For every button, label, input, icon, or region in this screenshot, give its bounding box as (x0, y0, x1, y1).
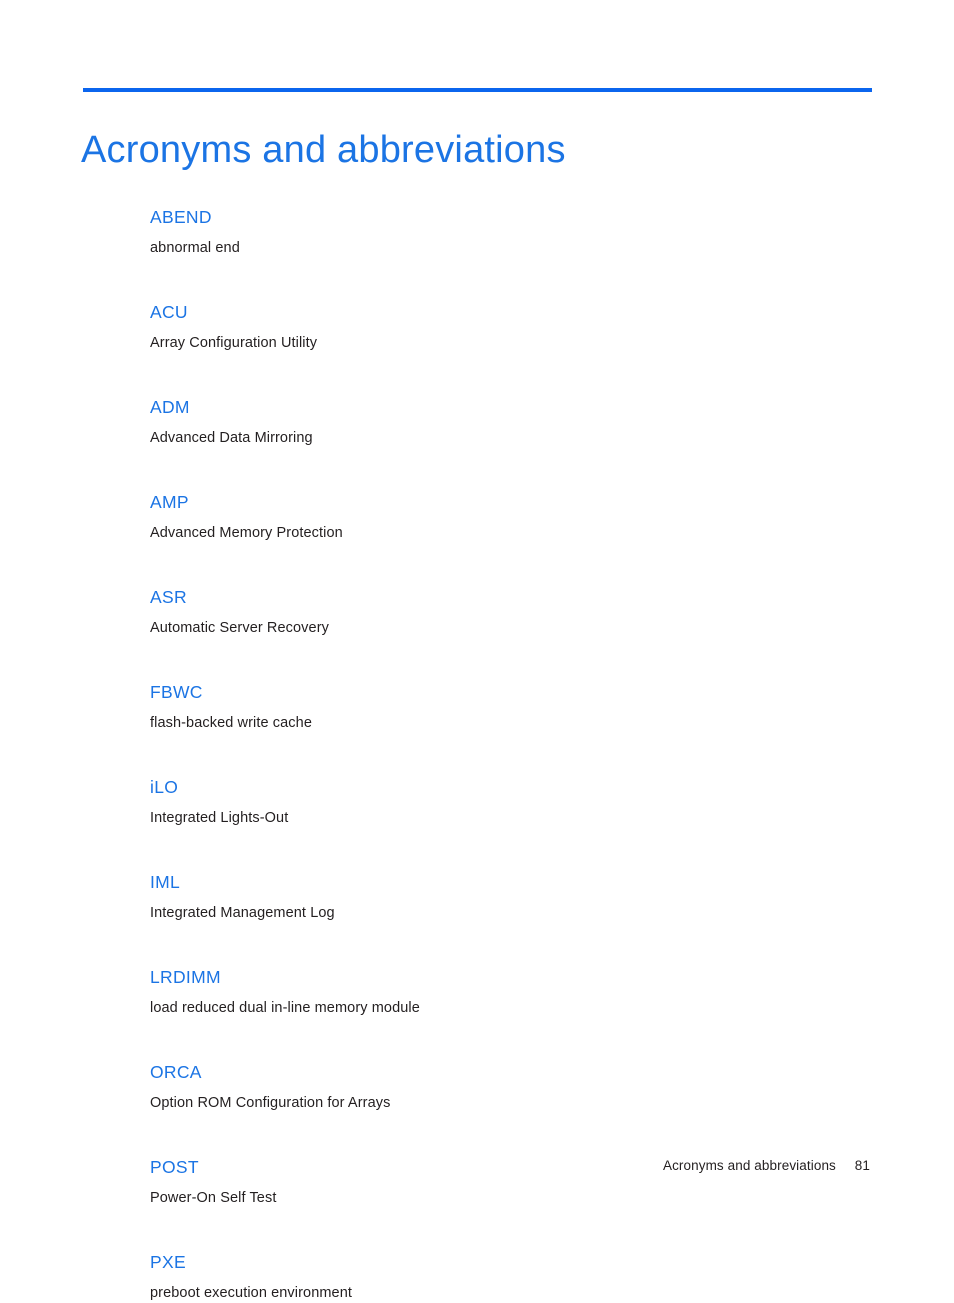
glossary-entry: AMP Advanced Memory Protection (150, 491, 850, 543)
glossary-entry: ADM Advanced Data Mirroring (150, 396, 850, 448)
glossary-entry: iLO Integrated Lights-Out (150, 776, 850, 828)
glossary-term: ACU (150, 302, 188, 322)
glossary-definition: Array Configuration Utility (150, 335, 318, 351)
glossary-definition: Integrated Lights-Out (150, 810, 289, 826)
glossary-term: PXE (150, 1252, 186, 1272)
document-page: Acronyms and abbreviations ABEND abnorma… (0, 0, 954, 1301)
glossary-term: ASR (150, 587, 187, 607)
glossary-term: IML (150, 872, 181, 892)
glossary-entry: ACU Array Configuration Utility (150, 301, 850, 353)
glossary-entry: FBWC flash-backed write cache (150, 681, 850, 733)
title-divider-rule (83, 88, 872, 92)
glossary-list: ABEND abnormal end ACU Array Configurati… (150, 206, 850, 1303)
page-title: Acronyms and abbreviations (81, 129, 566, 172)
glossary-entry: ABEND abnormal end (150, 206, 850, 258)
glossary-definition: load reduced dual in-line memory module (150, 1000, 420, 1016)
glossary-entry: IML Integrated Management Log (150, 871, 850, 923)
glossary-term: ORCA (150, 1062, 202, 1082)
glossary-definition: Advanced Data Mirroring (150, 430, 313, 446)
glossary-definition: Advanced Memory Protection (150, 525, 343, 541)
glossary-term: iLO (150, 777, 179, 797)
glossary-term: FBWC (150, 682, 203, 702)
glossary-entry: ORCA Option ROM Configuration for Arrays (150, 1061, 850, 1113)
footer-section-label: Acronyms and abbreviations (662, 1158, 836, 1173)
glossary-term: AMP (150, 492, 189, 512)
glossary-definition: abnormal end (150, 240, 240, 256)
footer-page-number: 81 (854, 1158, 870, 1173)
glossary-definition: Automatic Server Recovery (150, 620, 329, 636)
glossary-definition: Option ROM Configuration for Arrays (150, 1095, 391, 1111)
page-footer: Acronyms and abbreviations 81 (0, 1158, 870, 1173)
glossary-definition: Power-On Self Test (150, 1190, 277, 1206)
glossary-term: ABEND (150, 207, 212, 227)
glossary-entry: PXE preboot execution environment (150, 1251, 850, 1303)
glossary-term: LRDIMM (150, 967, 221, 987)
glossary-definition: Integrated Management Log (150, 905, 335, 921)
glossary-definition: flash-backed write cache (150, 715, 312, 731)
glossary-definition: preboot execution environment (150, 1285, 352, 1301)
glossary-term: ADM (150, 397, 190, 417)
glossary-entry: LRDIMM load reduced dual in-line memory … (150, 966, 850, 1018)
glossary-entry: ASR Automatic Server Recovery (150, 586, 850, 638)
